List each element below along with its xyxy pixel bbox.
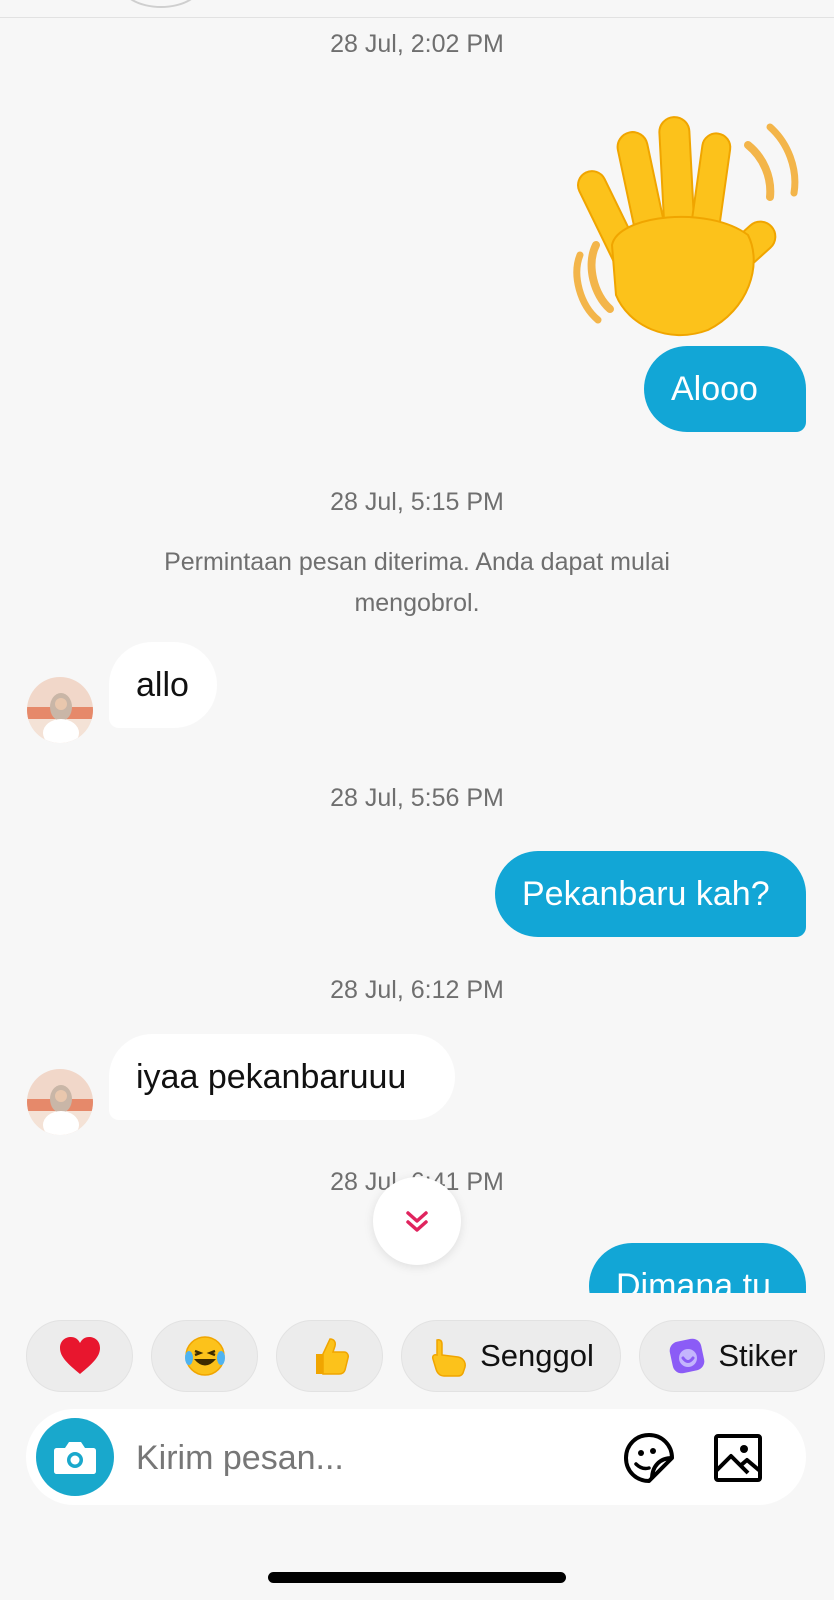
message-input[interactable] bbox=[134, 1427, 608, 1489]
waving-hand-icon[interactable] bbox=[558, 95, 808, 345]
incoming-message[interactable]: allo bbox=[109, 642, 217, 728]
contact-avatar[interactable] bbox=[27, 677, 93, 743]
heart-reaction-button[interactable] bbox=[26, 1320, 133, 1392]
camera-button[interactable] bbox=[36, 1418, 114, 1496]
sticker-face-icon[interactable] bbox=[622, 1431, 676, 1485]
contact-avatar[interactable] bbox=[27, 1069, 93, 1135]
laughing-tears-emoji-icon bbox=[184, 1336, 225, 1376]
home-indicator bbox=[268, 1572, 566, 1583]
image-icon[interactable] bbox=[711, 1431, 765, 1485]
senggol-button[interactable]: Senggol bbox=[401, 1320, 621, 1392]
stiker-button[interactable]: Stiker bbox=[639, 1320, 825, 1392]
outgoing-message[interactable]: Dimana tu bbox=[589, 1243, 806, 1293]
sticker-icon bbox=[670, 1338, 705, 1374]
timestamp: 28 Jul, 2:02 PM bbox=[330, 30, 504, 58]
senggol-label: Senggol bbox=[480, 1338, 594, 1373]
timestamp: 28 Jul, 5:15 PM bbox=[330, 488, 504, 516]
laugh-reaction-button[interactable] bbox=[151, 1320, 258, 1392]
message-list[interactable]: 28 Jul, 2:02 PM Alooo 28 Jul, 5:15 PM Pe… bbox=[0, 17, 834, 1293]
heart-emoji-icon bbox=[59, 1337, 100, 1374]
header-edge bbox=[0, 0, 834, 18]
timestamp: 28 Jul, 5:56 PM bbox=[330, 784, 504, 812]
camera-icon bbox=[54, 1442, 96, 1474]
message-composer bbox=[26, 1409, 806, 1505]
thumbs-up-emoji-icon bbox=[315, 1338, 349, 1375]
scroll-to-bottom-button[interactable] bbox=[373, 1177, 461, 1265]
stiker-label: Stiker bbox=[718, 1338, 798, 1373]
quick-actions: Senggol Stiker bbox=[26, 1320, 834, 1392]
system-message: Permintaan pesan diterima. Anda dapat mu… bbox=[164, 548, 670, 617]
outgoing-message[interactable]: Pekanbaru kah? bbox=[495, 851, 806, 937]
incoming-message[interactable]: iyaa pekanbaruuu bbox=[109, 1034, 455, 1120]
outgoing-message[interactable]: Alooo bbox=[644, 346, 806, 432]
header-avatar[interactable] bbox=[120, 0, 202, 8]
timestamp: 28 Jul, 6:12 PM bbox=[330, 976, 504, 1004]
thumbs-up-reaction-button[interactable] bbox=[276, 1320, 383, 1392]
pointing-hand-emoji-icon bbox=[432, 1339, 467, 1377]
double-chevron-down-icon bbox=[406, 1211, 428, 1232]
